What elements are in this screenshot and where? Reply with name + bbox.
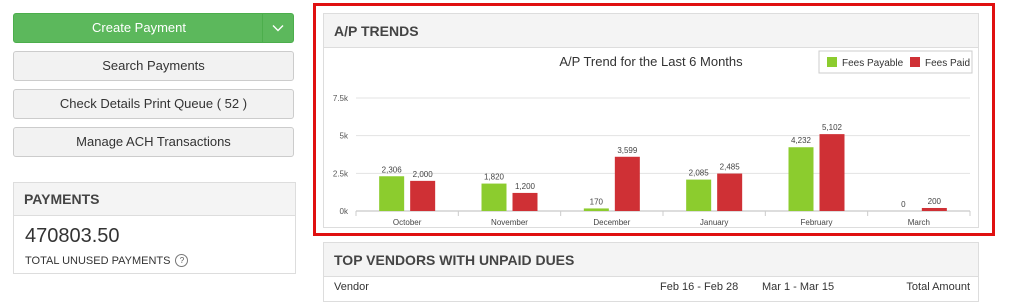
column-feb[interactable]: Feb 16 - Feb 28 bbox=[660, 281, 738, 293]
search-payments-button[interactable]: Search Payments bbox=[13, 51, 294, 81]
unused-payments-caption-row: TOTAL UNUSED PAYMENTS ? bbox=[25, 254, 189, 267]
unused-payments-amount: 470803.50 bbox=[25, 225, 120, 247]
top-vendors-panel: TOP VENDORS WITH UNPAID DUES Vendor Feb … bbox=[323, 242, 979, 302]
column-mar[interactable]: Mar 1 - Mar 15 bbox=[762, 281, 834, 293]
create-payment-button[interactable]: Create Payment bbox=[13, 13, 294, 43]
top-vendors-title: TOP VENDORS WITH UNPAID DUES bbox=[324, 243, 978, 277]
highlight-frame bbox=[313, 3, 995, 236]
create-payment-dropdown-toggle[interactable] bbox=[262, 14, 293, 42]
payments-panel: PAYMENTS 470803.50 TOTAL UNUSED PAYMENTS… bbox=[13, 182, 296, 274]
vendors-table-header: Vendor Feb 16 - Feb 28 Mar 1 - Mar 15 To… bbox=[324, 281, 978, 295]
create-payment-label[interactable]: Create Payment bbox=[14, 14, 264, 42]
payments-title: PAYMENTS bbox=[14, 183, 295, 216]
column-vendor[interactable]: Vendor bbox=[334, 281, 369, 293]
print-queue-button[interactable]: Check Details Print Queue ( 52 ) bbox=[13, 89, 294, 119]
chevron-down-icon bbox=[272, 25, 284, 32]
help-icon[interactable]: ? bbox=[175, 254, 189, 267]
manage-ach-button[interactable]: Manage ACH Transactions bbox=[13, 127, 294, 157]
unused-payments-caption: TOTAL UNUSED PAYMENTS bbox=[25, 254, 171, 267]
column-total[interactable]: Total Amount bbox=[906, 281, 970, 293]
